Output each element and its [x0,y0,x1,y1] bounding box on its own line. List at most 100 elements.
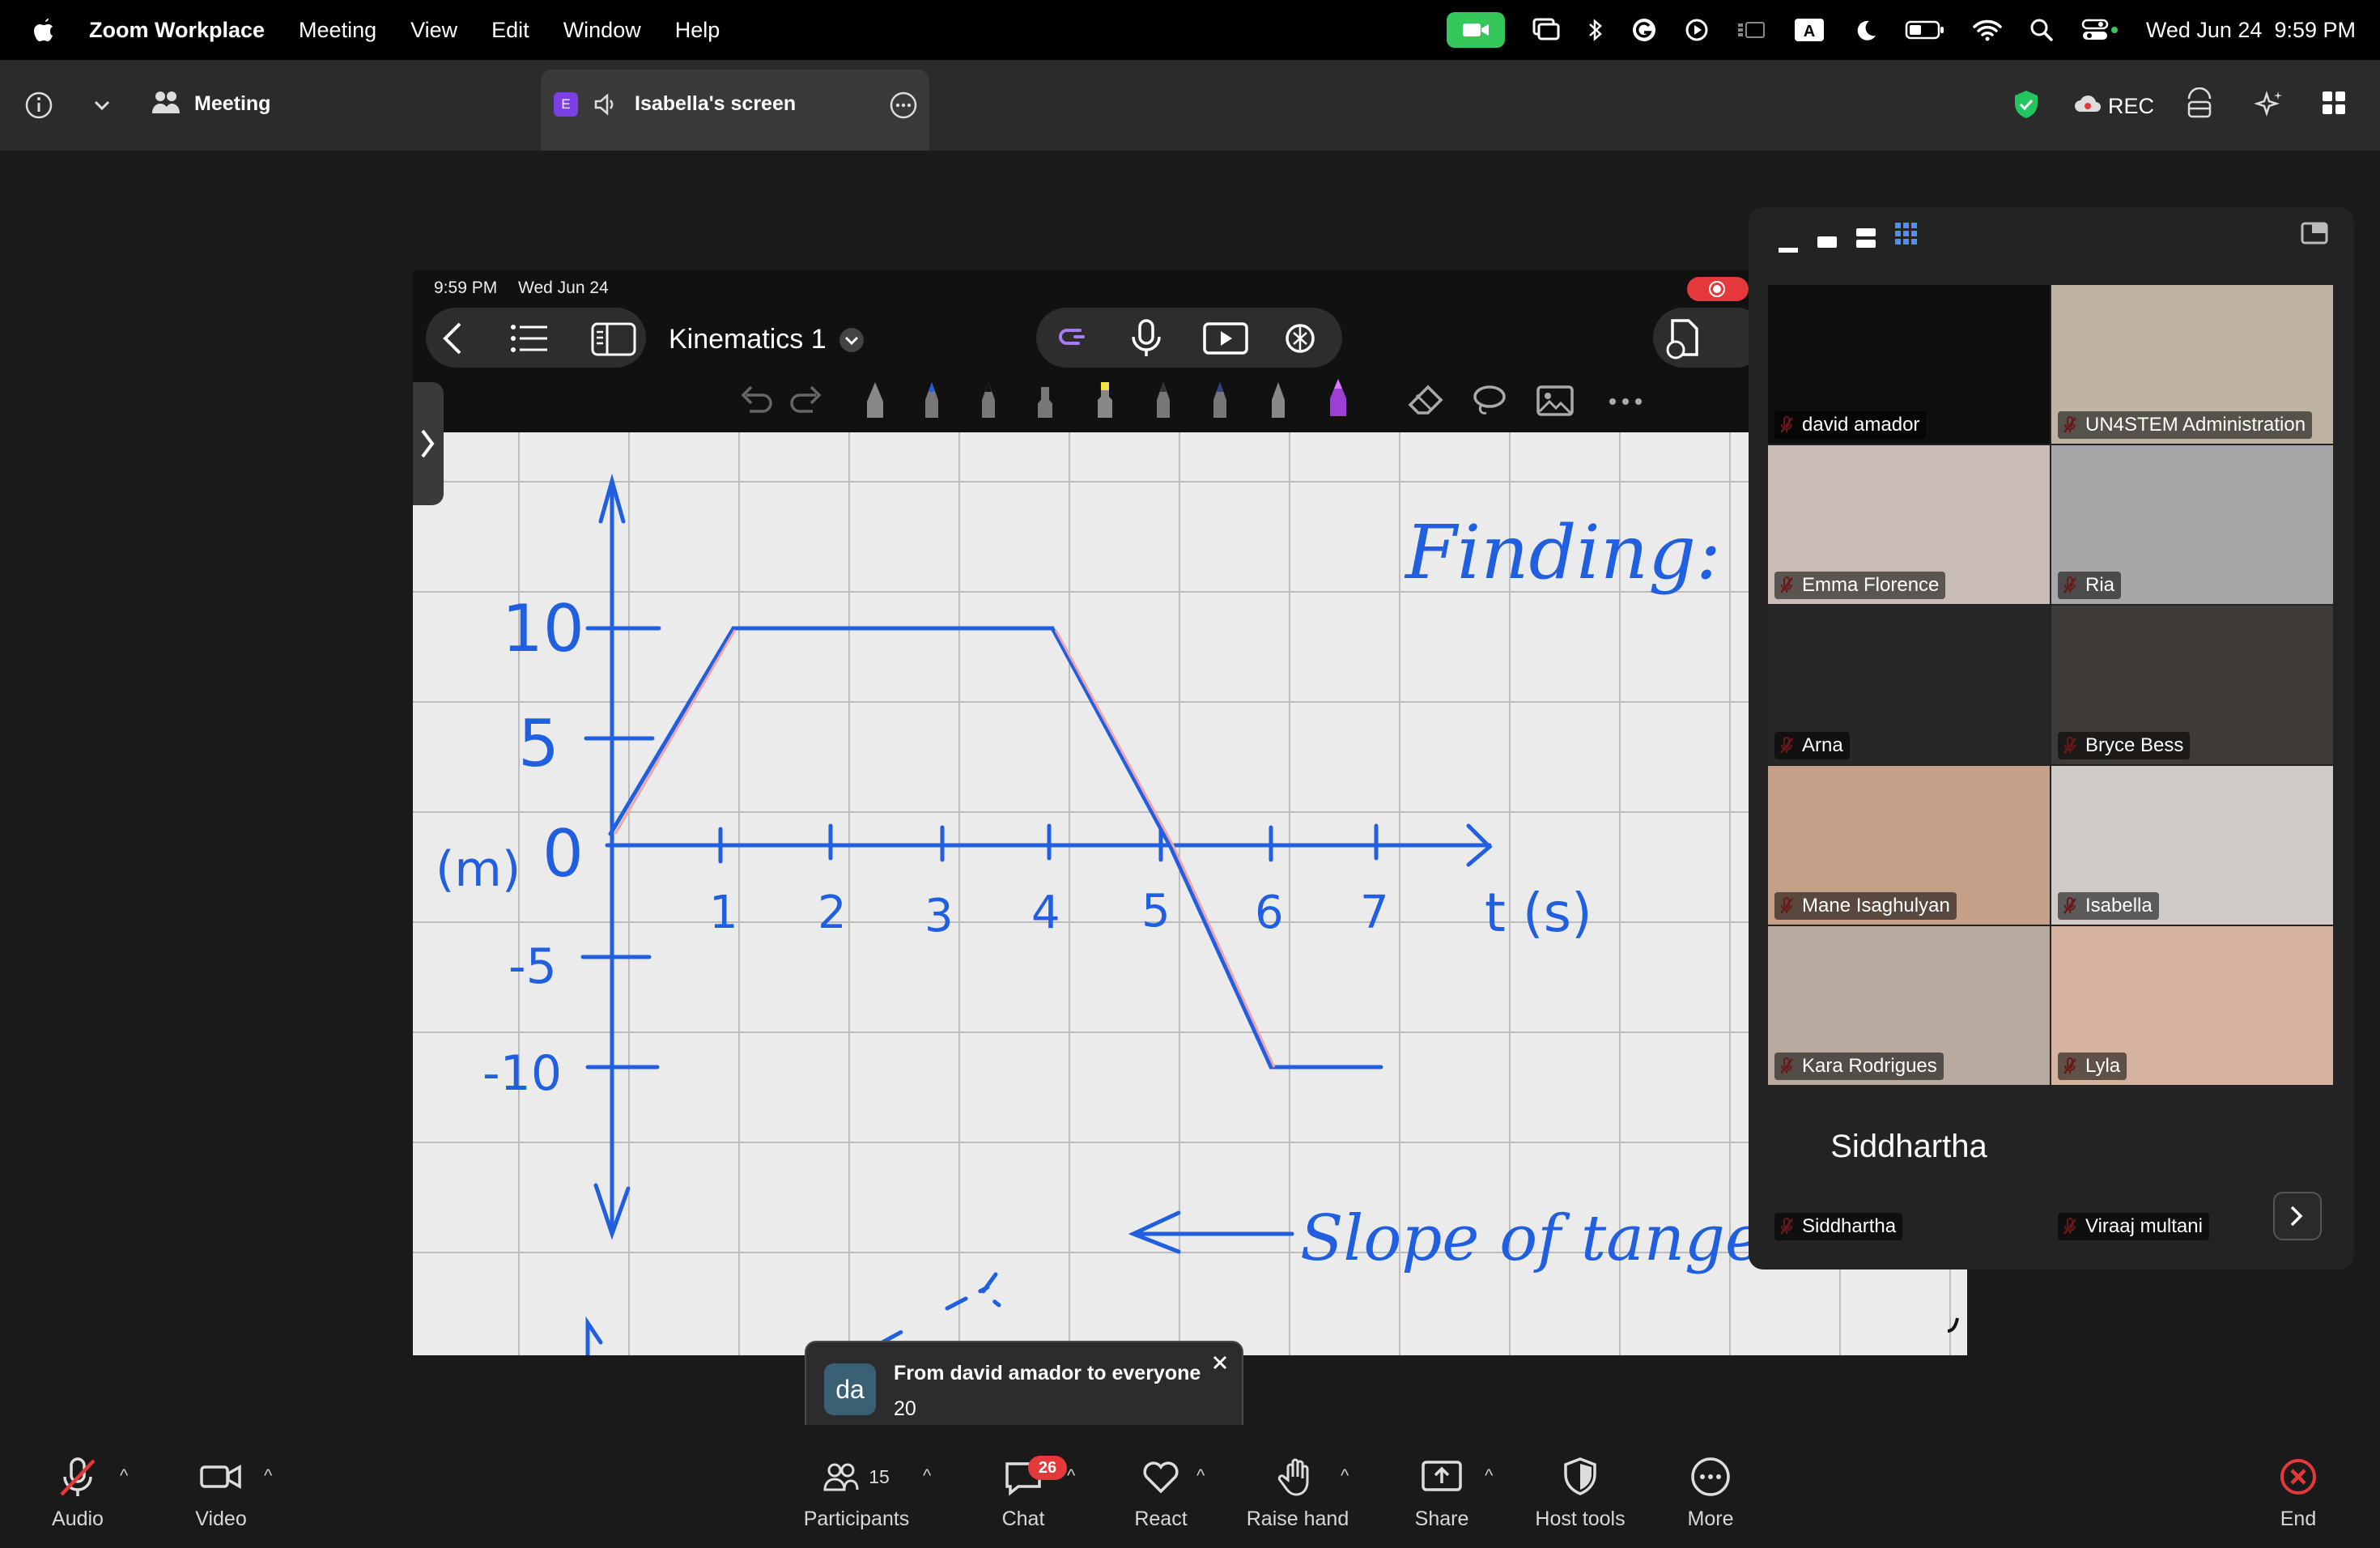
host-tools-button[interactable]: Host tools [1532,1456,1629,1531]
participant-tile[interactable]: Kara Rodrigues [1768,926,2050,1085]
participant-name: Mane Isaghulyan [1774,892,1957,920]
participant-tile[interactable]: Siddhartha Siddhartha [1768,1087,2050,1245]
lasso-icon[interactable] [1472,384,1507,418]
raise-hand-button[interactable]: Raise hand [1245,1456,1350,1531]
stage-manager-icon[interactable] [1736,19,1766,40]
participant-tile[interactable]: david amador [1768,285,2050,444]
fountain-pen-icon[interactable] [863,379,887,421]
share-options-caret[interactable]: ^ [1485,1465,1493,1486]
video-button[interactable]: Video [194,1456,248,1531]
redo-icon[interactable] [787,382,826,416]
share-button[interactable]: Share [1415,1456,1468,1531]
spotlight-search-icon[interactable] [2029,18,2054,42]
navy-pen-icon[interactable] [1211,379,1229,421]
participant-tile[interactable]: Lyla [2051,926,2333,1085]
sidebar-icon[interactable] [591,322,636,356]
rec-label[interactable]: REC [2108,94,2154,119]
black-pen-icon[interactable] [980,379,997,421]
view-minimize-icon[interactable] [1778,233,1799,254]
gallery-next-page-button[interactable] [2273,1192,2322,1240]
participants-button[interactable]: 15 Participants [800,1456,913,1531]
shared-screen[interactable]: 9:59 PM Wed Jun 24 Kinematics 1 10 5 0 -… [413,270,1967,1355]
share-label: Share [1414,1508,1469,1530]
info-icon[interactable] [24,91,53,120]
share-tab-label[interactable]: Isabella's screen [635,92,796,116]
raise-hand-options-caret[interactable]: ^ [1341,1465,1349,1486]
ai-sparkle-icon[interactable] [2254,89,2284,120]
react-button[interactable]: React [1130,1456,1192,1531]
participant-tile[interactable]: Bryce Bess [2051,606,2333,764]
y-tick-label-10: 10 [502,591,584,666]
menu-view[interactable]: View [410,18,457,43]
video-options-caret[interactable]: ^ [264,1465,272,1486]
input-source-icon[interactable]: A [1793,17,1825,43]
play-circle-icon[interactable] [1685,18,1709,42]
participant-tile[interactable]: Arna [1768,606,2050,764]
image-icon[interactable] [1536,385,1574,416]
blue-pen-icon[interactable] [923,379,941,421]
menubar-status-area: A Wed Jun 24 9:59 PM [1446,0,2356,60]
close-icon[interactable] [1211,1354,1229,1372]
more-circle-icon [1691,1457,1730,1496]
video-label: Video [195,1508,247,1530]
pencil-icon[interactable] [1269,379,1287,421]
camera-in-use-icon[interactable] [1446,12,1505,48]
highlighter-icon[interactable] [1094,379,1116,421]
brush-pen-icon[interactable] [1154,379,1172,421]
wifi-icon[interactable] [1973,19,2002,41]
speaker-icon[interactable] [593,92,618,117]
more-tools-icon[interactable] [1608,397,1643,406]
chevron-down-icon[interactable] [92,97,112,113]
end-meeting-button[interactable]: End [2278,1456,2318,1531]
list-icon[interactable] [510,324,549,353]
purple-pen-icon[interactable] [1328,376,1349,421]
y-tick-label-minus5: -5 [508,938,557,995]
meeting-label[interactable]: Meeting [194,92,270,116]
companion-icon[interactable] [2186,87,2213,120]
focus-moon-icon[interactable] [1853,18,1877,42]
undo-icon[interactable] [737,382,776,416]
goodnotes-ai-icon[interactable] [1052,321,1091,356]
title-dropdown-icon[interactable] [839,327,865,353]
view-strip-icon[interactable] [1855,227,1876,251]
cloud-record-icon[interactable] [2074,94,2102,113]
participants-options-caret[interactable]: ^ [923,1465,931,1486]
control-center-icon[interactable] [2081,18,2119,42]
menu-help[interactable]: Help [675,18,720,43]
grammarly-icon[interactable] [1631,17,1657,43]
menubar-clock[interactable]: Wed Jun 24 9:59 PM [2146,18,2356,43]
more-options-icon[interactable] [889,91,918,120]
host-tools-label: Host tools [1535,1508,1626,1530]
security-shield-icon[interactable] [2012,89,2040,120]
participant-tile[interactable]: Mane Isaghulyan [1768,766,2050,925]
menu-app-name[interactable]: Zoom Workplace [89,18,265,43]
add-page-icon[interactable] [1664,317,1703,359]
notebook-title[interactable]: Kinematics 1 [669,324,827,355]
more-button[interactable]: More [1684,1456,1737,1531]
audio-options-caret[interactable]: ^ [120,1465,128,1486]
audio-button[interactable]: Audio [47,1456,108,1531]
menu-window[interactable]: Window [563,18,641,43]
screen-mirror-icon[interactable] [1532,18,1560,42]
participant-tile[interactable]: UN4STEM Administration [2051,285,2333,444]
menu-meeting[interactable]: Meeting [299,18,376,43]
react-options-caret[interactable]: ^ [1196,1465,1205,1486]
apple-icon[interactable] [32,17,55,43]
participant-tile[interactable]: Ria [2051,445,2333,604]
presentation-play-icon[interactable] [1203,322,1248,355]
marker-icon[interactable] [1036,379,1054,421]
battery-icon[interactable] [1905,19,1945,40]
view-single-icon[interactable] [1817,230,1838,251]
microphone-icon[interactable] [1130,319,1162,358]
eraser-icon[interactable] [1407,384,1444,416]
back-chevron-icon[interactable] [437,321,470,356]
participant-tile[interactable]: Isabella [2051,766,2333,925]
menu-edit[interactable]: Edit [491,18,529,43]
chatgpt-icon[interactable] [1282,321,1318,356]
exit-panel-icon[interactable] [2301,222,2328,245]
bluetooth-icon[interactable] [1587,17,1604,43]
chat-options-caret[interactable]: ^ [1067,1465,1075,1486]
view-grid-icon[interactable] [1894,222,1919,246]
apps-grid-icon[interactable] [2322,91,2346,115]
participant-tile[interactable]: Emma Florence [1768,445,2050,604]
